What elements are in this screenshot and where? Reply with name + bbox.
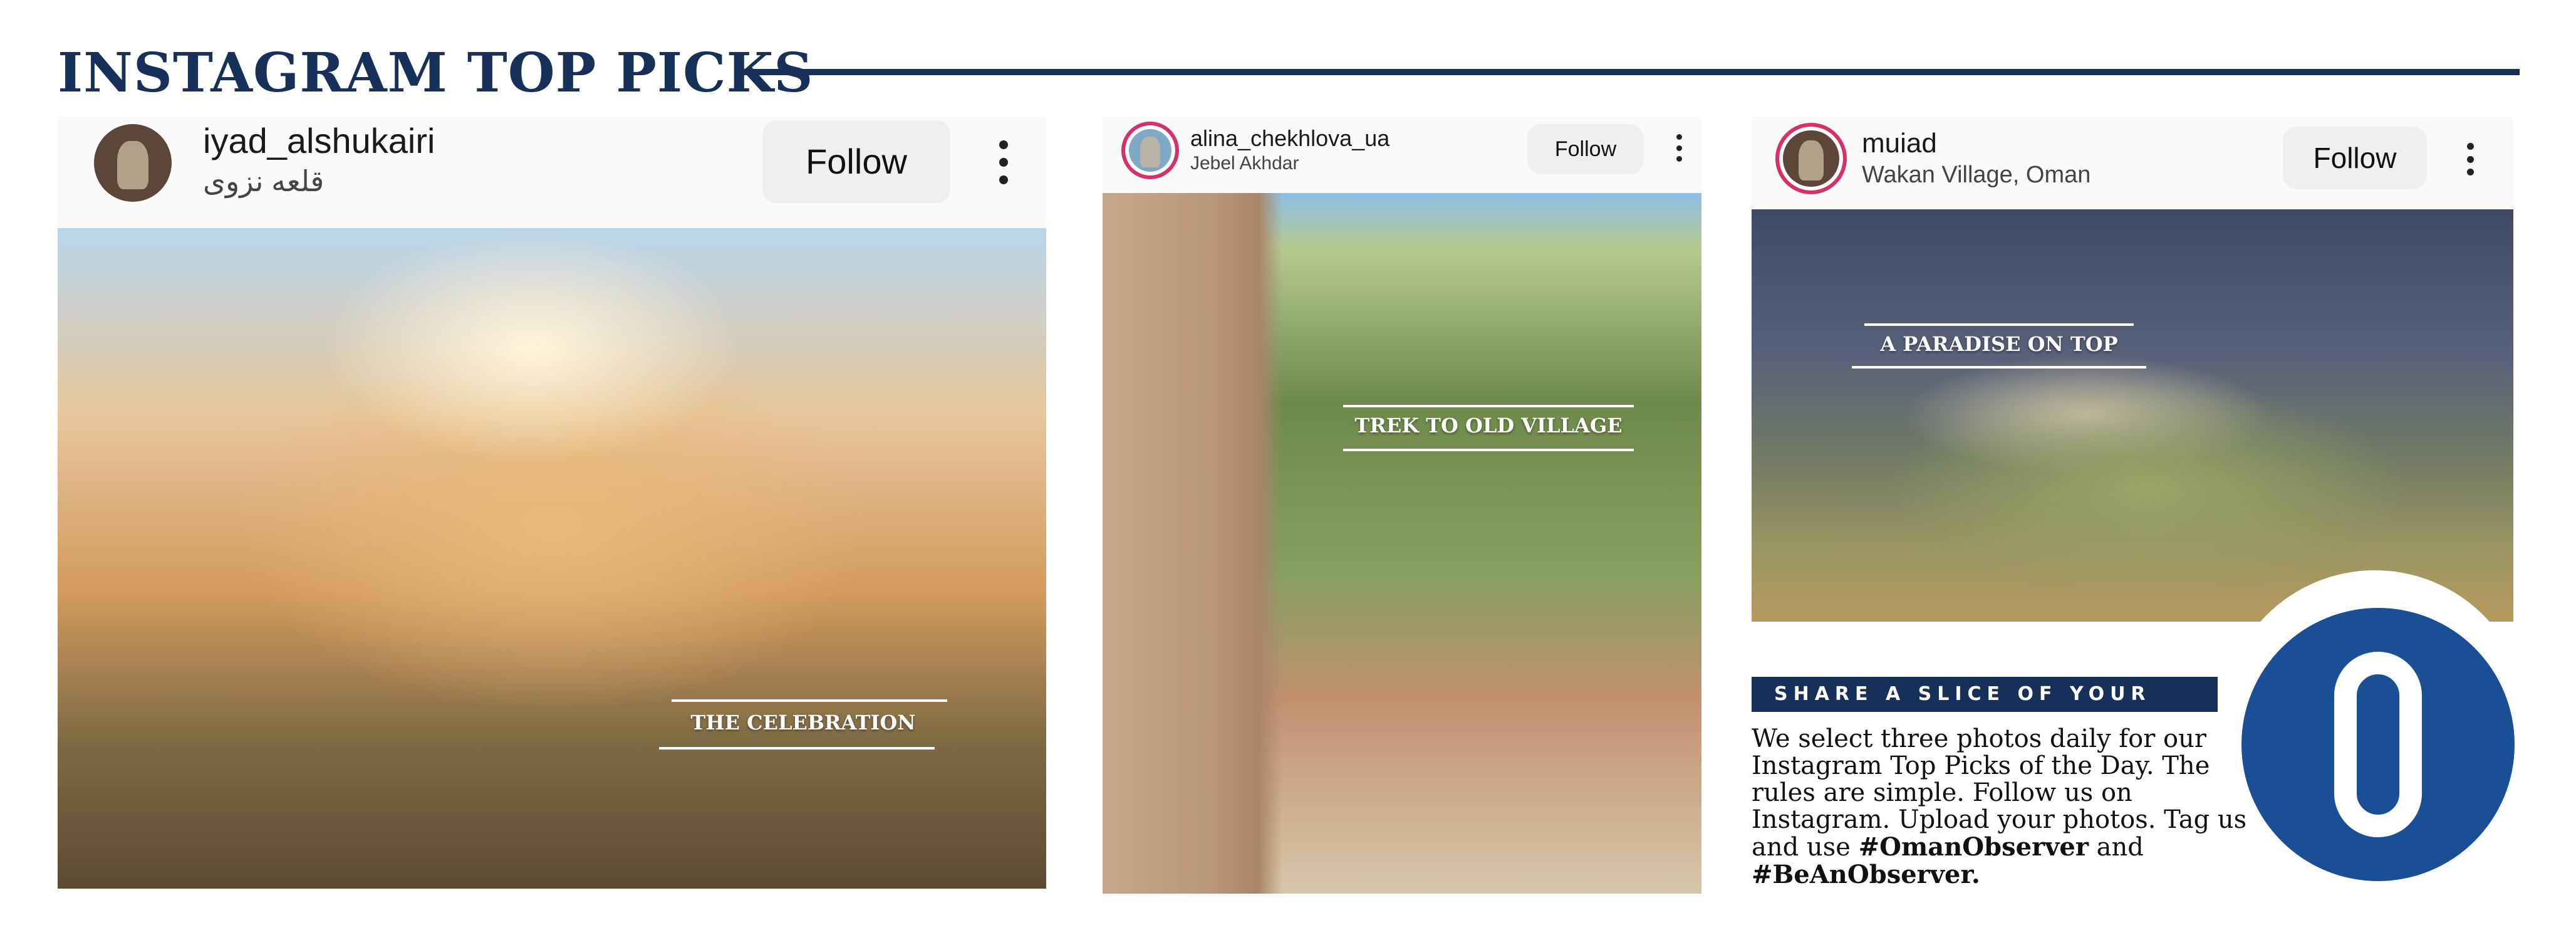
instagram-post-3: muiad Wakan Village, Oman Follow A PARAD… [1752,117,2513,622]
post-photo[interactable]: TREK TO OLD VILLAGE [1103,193,1701,894]
promo-conjunction: and [2088,833,2144,862]
more-vertical-icon[interactable] [1675,134,1683,162]
photo-caption-text: A PARADISE ON TOP [1880,332,2118,356]
username[interactable]: alina_chekhlova_ua [1190,125,1389,152]
more-vertical-icon[interactable] [2466,143,2475,175]
logo-letter-o-icon [2334,652,2422,837]
post-photo[interactable]: THE CELEBRATION [58,228,1046,889]
observer-logo [2221,570,2528,881]
username[interactable]: muiad [1862,128,1937,159]
promo-banner: SHARE A SLICE OF YOUR LIFE [1752,677,2218,740]
avatar[interactable] [94,124,172,202]
logo-disc [2241,608,2515,881]
post-header: alina_chekhlova_ua Jebel Akhdar Follow [1103,117,1701,193]
follow-button[interactable]: Follow [2283,127,2427,189]
promo-body: We select three photos daily for our Ins… [1752,726,2278,889]
follow-button[interactable]: Follow [762,120,950,203]
avatar[interactable] [1775,123,1847,194]
photo-caption: THE CELEBRATION [659,699,947,750]
instagram-post-1: iyad_alshukairi قلعه نزوى Follow THE CEL… [58,117,1046,889]
post-header: muiad Wakan Village, Oman Follow [1752,117,2513,209]
more-vertical-icon[interactable] [997,140,1010,184]
section-header: INSTAGRAM TOP PICKS [58,39,2520,108]
photo-caption-text: THE CELEBRATION [690,711,916,734]
location-label[interactable]: Wakan Village, Oman [1862,162,2090,189]
photo-caption: A PARADISE ON TOP [1852,323,2146,368]
header-rule [735,69,2520,75]
avatar[interactable] [1121,122,1179,179]
location-label[interactable]: قلعه نزوى [203,164,324,198]
photo-caption-text: TREK TO OLD VILLAGE [1354,414,1623,437]
section-title: INSTAGRAM TOP PICKS [58,41,814,105]
post-header: iyad_alshukairi قلعه نزوى Follow [58,117,1046,228]
hashtag-oman-observer[interactable]: #OmanObserver [1859,832,2089,862]
location-label[interactable]: Jebel Akhdar [1190,153,1299,174]
photo-caption: TREK TO OLD VILLAGE [1343,405,1634,451]
instagram-post-2: alina_chekhlova_ua Jebel Akhdar Follow T… [1103,117,1701,894]
post-photo[interactable]: A PARADISE ON TOP [1752,209,2513,622]
username[interactable]: iyad_alshukairi [203,120,435,161]
follow-button[interactable]: Follow [1527,124,1644,174]
hashtag-be-an-observer[interactable]: #BeAnObserver. [1752,860,1980,889]
